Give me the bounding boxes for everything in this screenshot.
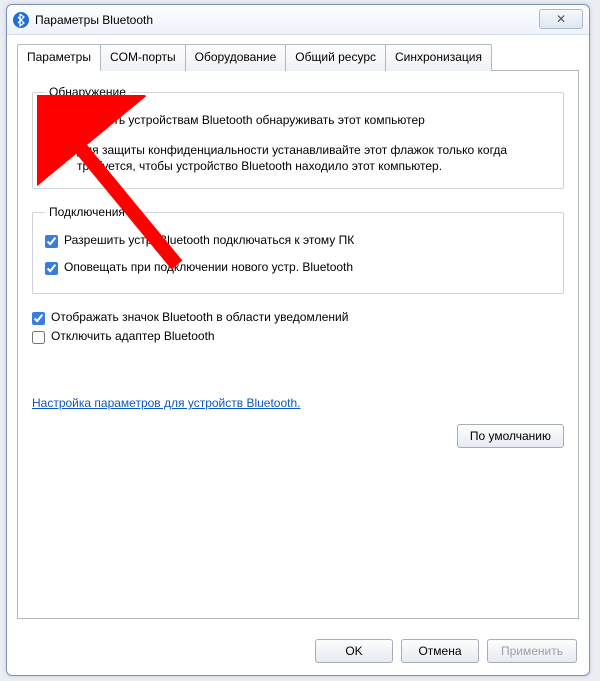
show-tray-icon-label: Отображать значок Bluetooth в области ув… — [51, 310, 348, 324]
discovery-warning-text: Для защиты конфиденциальности устанавлив… — [77, 142, 551, 174]
notify-connect-checkbox[interactable] — [45, 262, 58, 275]
tab-parameters[interactable]: Параметры — [17, 44, 101, 71]
discovery-legend: Обнаружение — [45, 85, 130, 99]
connections-legend: Подключения — [45, 205, 129, 219]
window-title: Параметры Bluetooth — [35, 13, 153, 27]
tab-strip: Параметры COM-порты Оборудование Общий р… — [17, 43, 579, 71]
defaults-bar: По умолчанию — [32, 424, 564, 448]
misc-options: Отображать значок Bluetooth в области ув… — [32, 310, 564, 344]
bluetooth-settings-link[interactable]: Настройка параметров для устройств Bluet… — [32, 396, 301, 410]
dialog-footer: OK Отмена Применить — [7, 629, 589, 675]
disable-adapter-row[interactable]: Отключить адаптер Bluetooth — [32, 329, 564, 344]
show-tray-icon-checkbox[interactable] — [32, 312, 45, 325]
allow-connect-checkbox[interactable] — [45, 235, 58, 248]
notify-connect-label: Оповещать при подключении нового устр. B… — [64, 260, 353, 274]
disable-adapter-label: Отключить адаптер Bluetooth — [51, 329, 215, 343]
ok-button[interactable]: OK — [315, 639, 393, 663]
discovery-group: Обнаружение Разрешить устройствам Blueto… — [32, 85, 564, 189]
cancel-button[interactable]: Отмена — [401, 639, 479, 663]
bluetooth-icon — [13, 12, 29, 28]
content-area: Параметры COM-порты Оборудование Общий р… — [7, 35, 589, 629]
discovery-warning-row: Для защиты конфиденциальности устанавлив… — [45, 142, 551, 174]
disable-adapter-checkbox[interactable] — [32, 331, 45, 344]
titlebar[interactable]: Параметры Bluetooth ✕ — [7, 5, 589, 35]
allow-discovery-checkbox[interactable] — [45, 115, 58, 128]
apply-button[interactable]: Применить — [487, 639, 577, 663]
show-tray-icon-row[interactable]: Отображать значок Bluetooth в области ув… — [32, 310, 564, 325]
tab-shared-resource[interactable]: Общий ресурс — [285, 44, 386, 71]
tab-hardware[interactable]: Оборудование — [185, 44, 287, 71]
tab-body-parameters: Обнаружение Разрешить устройствам Blueto… — [17, 71, 579, 619]
bluetooth-settings-window: Параметры Bluetooth ✕ Параметры COM-порт… — [6, 4, 590, 676]
close-button[interactable]: ✕ — [539, 9, 583, 29]
tab-sync[interactable]: Синхронизация — [385, 44, 492, 71]
tab-com-ports[interactable]: COM-порты — [100, 44, 186, 71]
notify-connect-row[interactable]: Оповещать при подключении нового устр. B… — [45, 260, 551, 275]
allow-discovery-label: Разрешить устройствам Bluetooth обнаружи… — [64, 113, 425, 127]
allow-connect-row[interactable]: Разрешить устр. Bluetooth подключаться к… — [45, 233, 551, 248]
close-icon: ✕ — [556, 12, 566, 26]
defaults-button[interactable]: По умолчанию — [457, 424, 564, 448]
allow-discovery-row[interactable]: Разрешить устройствам Bluetooth обнаружи… — [45, 113, 551, 128]
warning-icon — [45, 144, 67, 166]
connections-group: Подключения Разрешить устр. Bluetooth по… — [32, 205, 564, 294]
allow-connect-label: Разрешить устр. Bluetooth подключаться к… — [64, 233, 354, 247]
